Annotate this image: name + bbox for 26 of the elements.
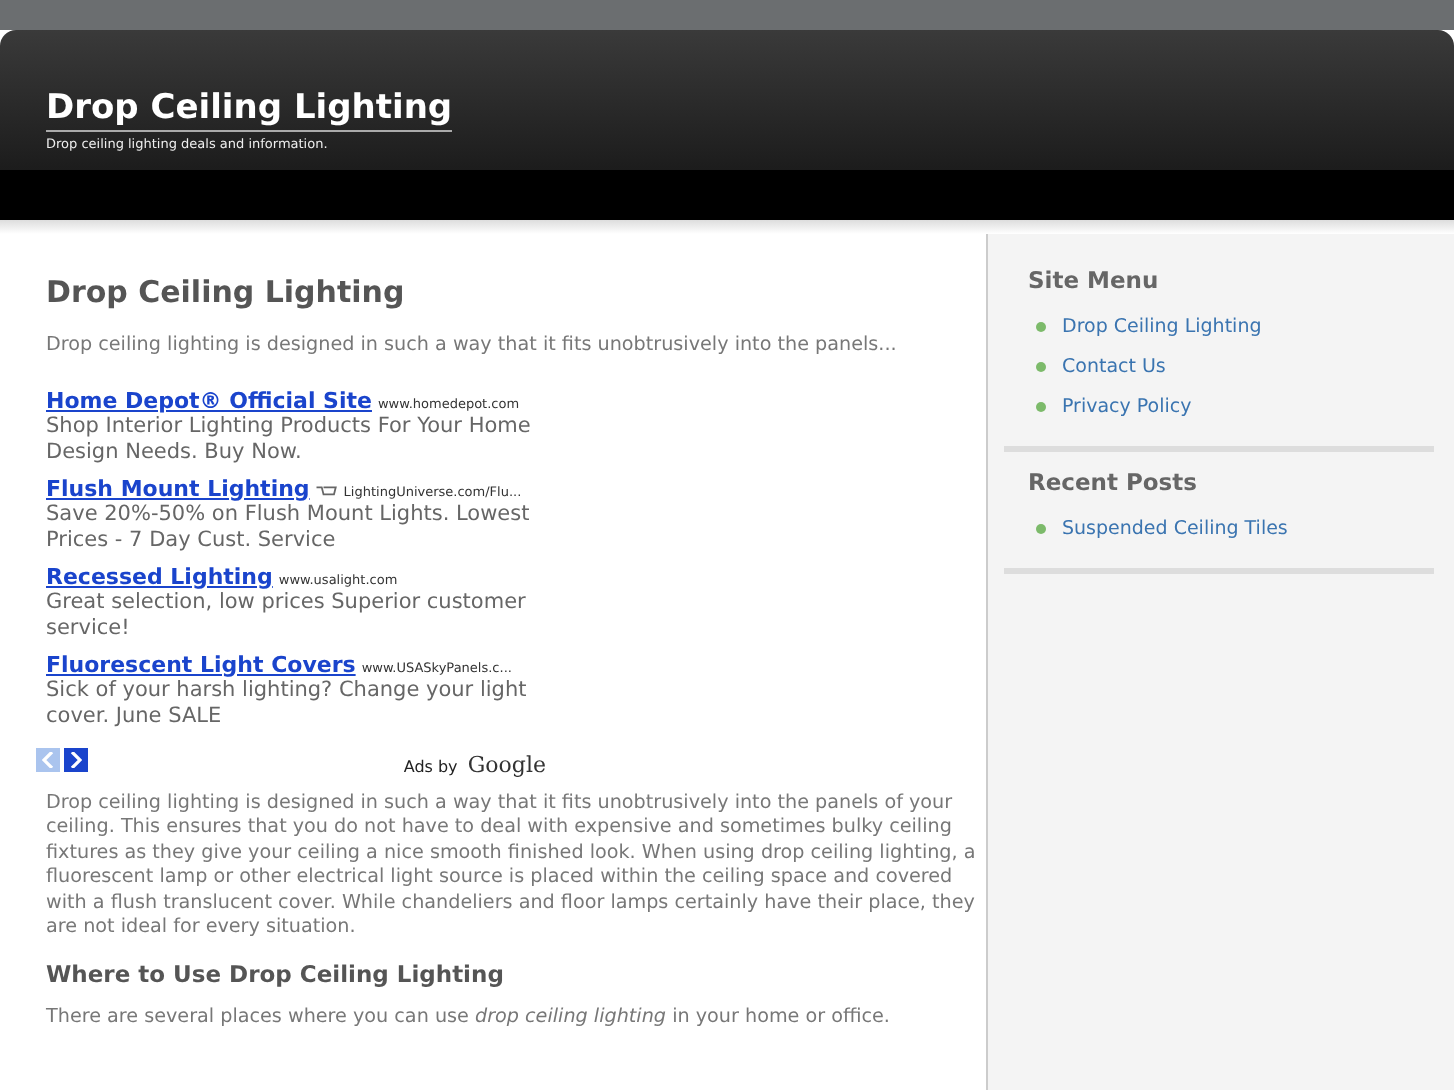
- post-title: Drop Ceiling Lighting: [46, 274, 407, 310]
- sidebar-link[interactable]: Contact Us: [1028, 346, 1434, 386]
- post-excerpt: Drop ceiling lighting is designed in such a way that it fits unobtrusively into the panels...: [46, 334, 899, 359]
- post-paragraph: Drop ceiling lighting is designed in such a way that it fits unobtrusively into the panels of your ceiling. This ensures that you do not have to deal with expensive and sometimes bulky ceiling fixtures as they give your ceiling a nice smooth finished look. When using drop ceiling lighting, a fluorescent lamp or other electrical light source is placed within the ceiling space and covered with a flush translucent cover. While chandeliers and floor lamps certainly have their place, they are not ideal for every situation.: [46, 791, 978, 941]
- next-button[interactable]: [64, 748, 88, 772]
- ad-description: Shop Interior Lighting Products For Your Home Design Needs. Buy Now.: [46, 413, 533, 465]
- ad-description: Save 20%-50% on Flush Mount Lights. Lowest Prices - 7 Day Cust. Service: [46, 501, 532, 553]
- ad-description: Great selection, low prices Superior customer service!: [46, 589, 528, 641]
- widget-title: Recent Posts: [1028, 468, 1199, 496]
- sidebar-link[interactable]: Drop Ceiling Lighting: [1028, 306, 1434, 346]
- ad-description: Sick of your harsh lighting? Change your light cover. June SALE: [46, 677, 529, 729]
- site-title[interactable]: Drop Ceiling Lighting: [46, 86, 453, 132]
- ad-link[interactable]: Flush Mount Lighting: [46, 475, 310, 501]
- ad-link[interactable]: Recessed Lighting: [46, 563, 273, 589]
- section-heading: Where to Use Drop Ceiling Lighting: [46, 959, 506, 987]
- chevron-right-icon: [70, 752, 82, 768]
- ad-link[interactable]: Fluorescent Light Covers: [46, 651, 356, 677]
- ads-by-label: Ads by: [403, 757, 458, 775]
- post-paragraph: There are several places where you can use drop ceiling lighting in your home or office.: [46, 1005, 892, 1030]
- cart-icon: [315, 481, 338, 495]
- widget-title: Site Menu: [1028, 266, 1161, 294]
- sidebar-link[interactable]: Suspended Ceiling Tiles: [1028, 508, 1434, 548]
- google-label: Google: [467, 751, 546, 777]
- ad-link[interactable]: Home Depot® Official Site: [46, 387, 372, 413]
- sidebar-link[interactable]: Privacy Policy: [1028, 386, 1434, 426]
- chevron-left-icon: [42, 752, 54, 768]
